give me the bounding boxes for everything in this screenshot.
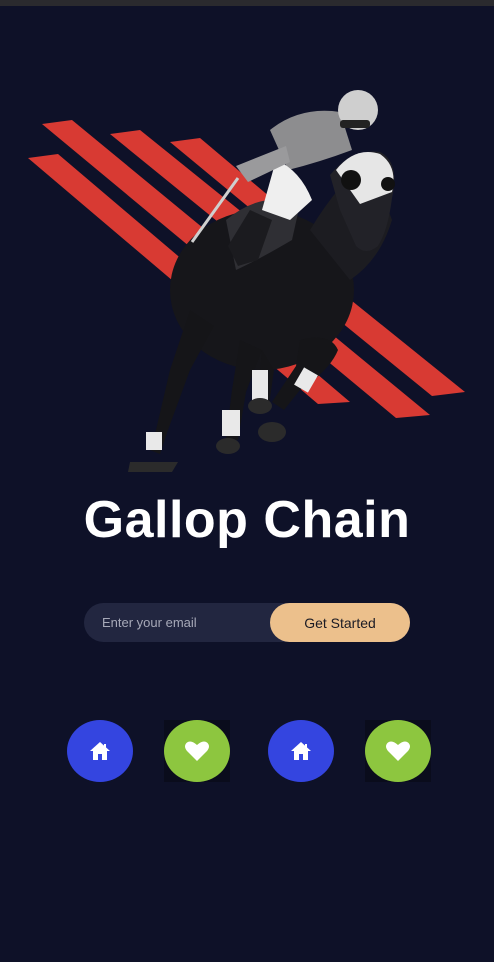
home-icon [291, 742, 311, 760]
heart-icon [386, 741, 410, 761]
app-screen: Gallop Chain Get Started [0, 0, 494, 962]
bottom-actions [0, 720, 494, 786]
home-button[interactable] [67, 720, 133, 782]
home-icon [90, 742, 110, 760]
signup-form: Get Started [84, 603, 410, 642]
app-title: Gallop Chain [83, 491, 411, 549]
heart-icon [185, 741, 209, 761]
get-started-button[interactable]: Get Started [270, 603, 410, 642]
status-bar [0, 0, 494, 6]
hero-illustration [0, 70, 494, 490]
favorite-button[interactable] [164, 720, 230, 782]
home-button[interactable] [268, 720, 334, 782]
favorite-button[interactable] [365, 720, 431, 782]
email-input[interactable] [84, 603, 270, 642]
horse-jockey-illustration [28, 90, 465, 472]
